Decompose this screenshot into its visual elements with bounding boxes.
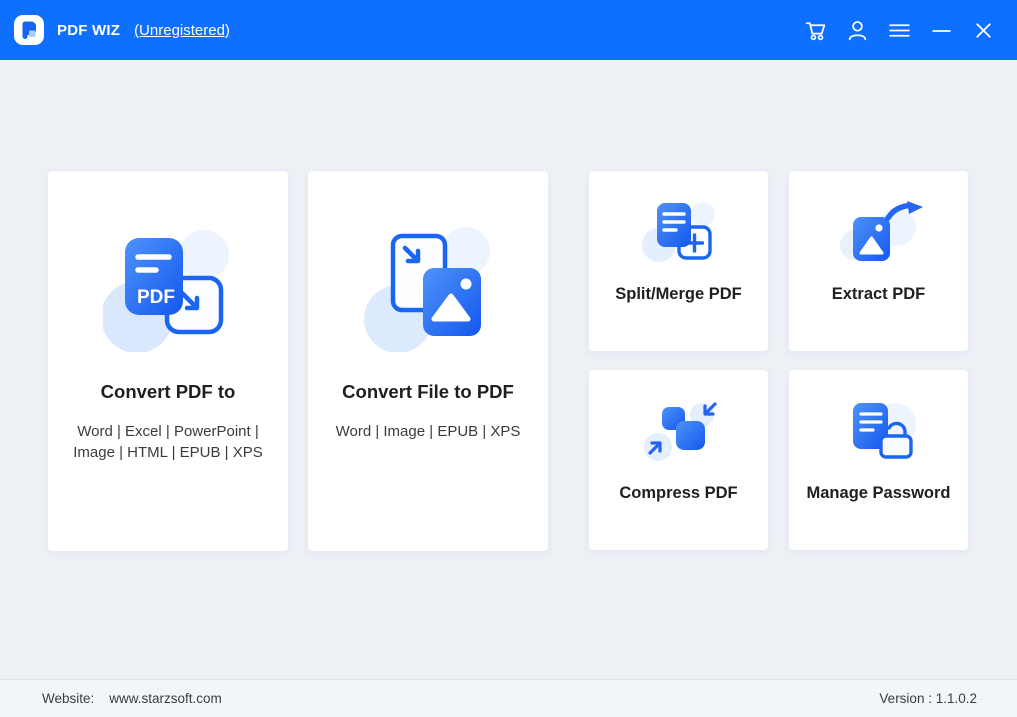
card-title: Convert PDF to [101,381,236,403]
app-logo-icon [14,15,44,45]
statusbar: Website: www.starzsoft.com Version : 1.1… [0,679,1017,717]
card-subtitle: Word | Excel | PowerPoint | Image | HTML… [68,421,268,464]
card-subtitle: Word | Image | EPUB | XPS [336,421,521,442]
card-title: Convert File to PDF [342,381,514,403]
card-compress-pdf[interactable]: Compress PDF [589,370,768,550]
titlebar: PDF WIZ (Unregistered) [0,0,1017,60]
minimize-button[interactable] [928,17,955,44]
user-account-icon[interactable] [844,17,871,44]
compress-pdf-icon [631,400,727,462]
card-title: Manage Password [807,484,951,503]
card-split-merge-pdf[interactable]: Split/Merge PDF [589,171,768,351]
card-extract-pdf[interactable]: Extract PDF [789,171,968,351]
convert-file-to-pdf-icon [363,222,493,352]
cart-icon[interactable] [802,17,829,44]
convert-pdf-to-icon: PDF [103,222,233,352]
close-button[interactable] [970,17,997,44]
unregistered-link[interactable]: (Unregistered) [134,22,230,39]
pdf-label: PDF [137,287,175,308]
menu-icon[interactable] [886,17,913,44]
card-title: Compress PDF [619,484,737,503]
app-window: PDF WIZ (Unregistered) [0,0,1017,717]
website-label: Website: [42,691,94,706]
card-convert-file-to-pdf[interactable]: Convert File to PDF Word | Image | EPUB … [308,171,548,551]
titlebar-actions [802,17,1005,44]
card-manage-password[interactable]: Manage Password [789,370,968,550]
card-convert-pdf-to[interactable]: PDF Convert PDF to Word | Excel | PowerP… [48,171,288,551]
version-label: Version : 1.1.0.2 [879,691,977,706]
manage-password-icon [831,400,927,462]
split-merge-pdf-icon [631,201,727,263]
extract-pdf-icon [831,201,927,263]
card-title: Split/Merge PDF [615,285,742,304]
card-title: Extract PDF [832,285,926,304]
website-info: Website: www.starzsoft.com [42,691,222,706]
app-title: PDF WIZ [57,22,120,39]
website-link[interactable]: www.starzsoft.com [109,691,222,706]
